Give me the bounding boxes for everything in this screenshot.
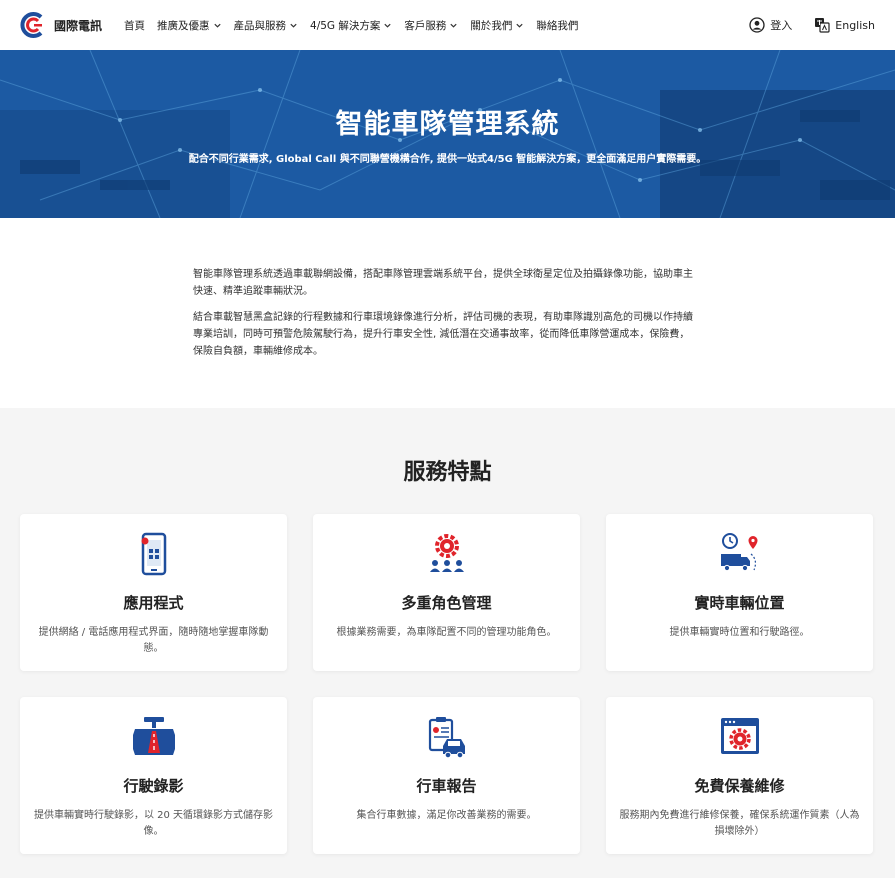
feature-card: 行車報告 集合行車數據，滿足你改善業務的需要。 bbox=[313, 697, 580, 854]
maintenance-gear-icon bbox=[720, 718, 759, 754]
chevron-down-icon bbox=[450, 23, 458, 28]
report-car-icon bbox=[428, 717, 465, 759]
feature-card: 應用程式 提供網絡 / 電話應用程式界面，隨時隨地掌握車隊動態。 bbox=[20, 514, 287, 671]
login-link[interactable]: 登入 bbox=[749, 17, 792, 33]
nav-solutions[interactable]: 4/5G 解決方案 bbox=[310, 18, 392, 33]
language-switch[interactable]: English bbox=[814, 17, 875, 33]
logo-icon bbox=[20, 12, 43, 38]
feature-title: 實時車輛位置 bbox=[694, 594, 785, 612]
feature-title: 行駛錄影 bbox=[123, 777, 184, 795]
feature-card: 行駛錄影 提供車輛實時行駛錄影，以 20 天循環錄影方式儲存影像。 bbox=[20, 697, 287, 854]
feature-title: 應用程式 bbox=[123, 594, 184, 612]
feature-desc: 提供車輛實時行駛錄影，以 20 天循環錄影方式儲存影像。 bbox=[33, 810, 274, 837]
site-header: 國際電訊 首頁 推廣及優惠 產品與服務 4/5G 解決方案 客戶服務 關於我們 … bbox=[0, 0, 895, 50]
translate-icon bbox=[815, 18, 830, 33]
feature-desc: 提供車輛實時位置和行駛路徑。 bbox=[669, 627, 810, 638]
section-title: 服務特點 bbox=[403, 460, 492, 485]
page-subtitle: 配合不同行業需求, Global Call 與不同聯營機構合作, 提供一站式4/… bbox=[188, 154, 707, 165]
features-grid: 應用程式 提供網絡 / 電話應用程式界面，隨時隨地掌握車隊動態。 多重角色管理 … bbox=[20, 514, 895, 854]
feature-card: 多重角色管理 根據業務需要，為車隊配置不同的管理功能角色。 bbox=[313, 514, 580, 671]
intro-section: 智能車隊管理系統透過車載聯網設備，搭配車隊管理雲端系統平台，提供全球衛星定位及拍… bbox=[0, 218, 895, 408]
feature-desc: 提供網絡 / 電話應用程式界面，隨時隨地掌握車隊動態。 bbox=[38, 627, 269, 654]
dashcam-road-icon bbox=[132, 717, 175, 755]
feature-desc: 服務期內免費進行維修保養，確保系統運作質素（人為損壞除外） bbox=[619, 810, 860, 837]
intro-paragraph: 結合車載智慧黑盒記錄的行程數據和行車環境錄像進行分析，評估司機的表現，有助車隊識… bbox=[193, 312, 693, 357]
main-nav: 首頁 推廣及優惠 產品與服務 4/5G 解決方案 客戶服務 關於我們 聯絡我們 bbox=[124, 18, 578, 33]
chevron-down-icon bbox=[213, 23, 221, 28]
header-actions: 登入 English bbox=[749, 17, 875, 33]
truck-location-icon bbox=[720, 533, 757, 572]
nav-products[interactable]: 產品與服務 bbox=[234, 18, 299, 33]
features-section: 服務特點 應用程式 提供網絡 / 電話應用程式界面，隨時隨地掌握車隊動態。 多重… bbox=[0, 408, 895, 878]
nav-contact[interactable]: 聯絡我們 bbox=[536, 18, 578, 33]
feature-title: 多重角色管理 bbox=[401, 594, 492, 612]
mobile-app-icon bbox=[141, 532, 166, 576]
nav-promotions[interactable]: 推廣及優惠 bbox=[157, 18, 222, 33]
logo-text: 國際電訊 bbox=[54, 18, 103, 33]
chevron-down-icon bbox=[384, 23, 392, 28]
nav-customer-service[interactable]: 客戶服務 bbox=[404, 18, 458, 33]
multi-role-gear-icon bbox=[429, 534, 464, 572]
brand-logo[interactable]: 國際電訊 bbox=[20, 12, 102, 38]
feature-title: 行車報告 bbox=[416, 777, 477, 795]
feature-card: 實時車輛位置 提供車輛實時位置和行駛路徑。 bbox=[606, 514, 873, 671]
feature-card: 免費保養維修 服務期內免費進行維修保養，確保系統運作質素（人為損壞除外） bbox=[606, 697, 873, 854]
intro-paragraph: 智能車隊管理系統透過車載聯網設備，搭配車隊管理雲端系統平台，提供全球衛星定位及拍… bbox=[193, 269, 693, 297]
chevron-down-icon bbox=[290, 23, 297, 28]
hero-banner: 智能車隊管理系統 配合不同行業需求, Global Call 與不同聯營機構合作… bbox=[0, 50, 895, 218]
feature-desc: 集合行車數據，滿足你改善業務的需要。 bbox=[356, 810, 537, 821]
nav-about[interactable]: 關於我們 bbox=[470, 18, 524, 33]
page-title: 智能車隊管理系統 bbox=[335, 109, 560, 140]
feature-desc: 根據業務需要，為車隊配置不同的管理功能角色。 bbox=[336, 627, 557, 638]
chevron-down-icon bbox=[516, 23, 524, 28]
user-icon bbox=[749, 17, 765, 33]
feature-title: 免費保養維修 bbox=[694, 777, 785, 795]
nav-home[interactable]: 首頁 bbox=[124, 18, 145, 33]
